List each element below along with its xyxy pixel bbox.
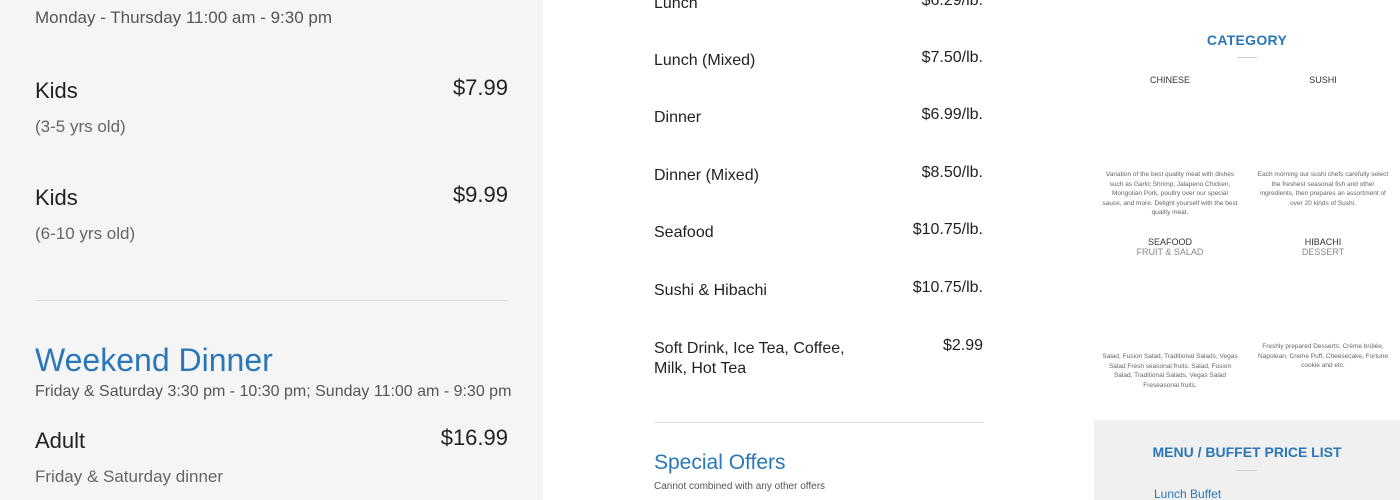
item-subtitle: (3-5 yrs old)	[35, 117, 126, 136]
special-offers-heading: Special Offers	[654, 451, 786, 474]
item-name: Sushi & Hibachi	[654, 282, 767, 299]
category-sidebar: CATEGORY CHINESE SUSHI Variation of the …	[1094, 8, 1400, 420]
price-row-adult: Adult $16.99 Friday & Saturday dinner	[35, 425, 508, 487]
item-price: $9.99	[452, 182, 508, 207]
category-desc-seafood: Salad, Fusion Salad, Traditional Salads,…	[1102, 353, 1238, 389]
item-price: $2.99	[942, 337, 983, 354]
weight-pricing-panel: Lunch $6.29/lb. Lunch (Mixed) $7.50/lb. …	[548, 0, 1089, 500]
item-price: $10.75/lb.	[912, 279, 983, 296]
item-price: $10.75/lb.	[912, 221, 983, 238]
category-link-seafood[interactable]: SEAFOOD	[1102, 237, 1238, 247]
item-price: $8.50/lb.	[921, 164, 983, 181]
special-offers-note: Cannot combined with any other offers	[654, 481, 826, 492]
heading-underline	[1237, 57, 1257, 58]
item-name: Dinner (Mixed)	[654, 167, 759, 184]
price-row-kids-6-10: Kids $9.99 (6-10 yrs old)	[35, 182, 508, 244]
price-row-lunch-mixed: Lunch (Mixed) $7.50/lb.	[654, 49, 983, 71]
item-name: Soft Drink, Ice Tea, Coffee, Milk, Hot T…	[654, 340, 845, 377]
item-name: Lunch (Mixed)	[654, 52, 756, 69]
category-link-dessert[interactable]: DESSERT	[1255, 247, 1391, 257]
heading-underline	[1237, 470, 1257, 471]
weekend-hours: Friday & Saturday 3:30 pm - 10:30 pm; Su…	[35, 383, 512, 400]
item-subtitle: (6-10 yrs old)	[35, 224, 136, 243]
item-price: $6.29/lb.	[921, 0, 983, 9]
price-row-seafood: Seafood $10.75/lb.	[654, 221, 983, 243]
price-row-lunch: Lunch $6.29/lb.	[654, 0, 983, 14]
price-row-dinner-mixed: Dinner (Mixed) $8.50/lb.	[654, 164, 983, 186]
category-link-chinese[interactable]: CHINESE	[1102, 75, 1238, 85]
item-price: $7.50/lb.	[921, 49, 983, 66]
item-name: Adult	[35, 428, 86, 453]
category-link-sushi[interactable]: SUSHI	[1255, 75, 1391, 85]
item-subtitle: Friday & Saturday dinner	[35, 467, 224, 486]
item-name: Kids	[35, 185, 78, 210]
section-divider	[35, 300, 508, 301]
price-row-sushi-hibachi: Sushi & Hibachi $10.75/lb.	[654, 279, 983, 301]
menu-price-list-heading: MENU / BUFFET PRICE LIST	[1152, 444, 1342, 460]
item-name: Lunch	[654, 0, 698, 12]
price-row-kids-3-5: Kids $7.99 (3-5 yrs old)	[35, 75, 508, 137]
menu-price-list-panel: MENU / BUFFET PRICE LIST Lunch Buffet	[1094, 420, 1400, 500]
item-price: $16.99	[440, 425, 508, 450]
price-row-dinner: Dinner $6.99/lb.	[654, 106, 983, 128]
item-name: Kids	[35, 78, 78, 103]
item-price: $6.99/lb.	[921, 106, 983, 123]
price-row-drinks: Soft Drink, Ice Tea, Coffee, Milk, Hot T…	[654, 337, 983, 379]
category-desc-hibachi: Freshly prepared Desserts: Crème brûlée,…	[1258, 343, 1388, 369]
category-desc-chinese: Variation of the best quality meat with …	[1102, 171, 1238, 216]
item-price: $7.99	[452, 75, 508, 100]
section-divider	[654, 422, 983, 423]
weekday-hours: Monday - Thursday 11:00 am - 9:30 pm	[35, 8, 333, 27]
item-name: Dinner	[654, 109, 702, 126]
category-heading: CATEGORY	[1206, 32, 1288, 48]
kids-weekend-pricing-panel: Monday - Thursday 11:00 am - 9:30 pm Kid…	[0, 0, 543, 500]
weekend-dinner-heading: Weekend Dinner	[35, 342, 273, 378]
lunch-buffet-link[interactable]: Lunch Buffet	[1154, 487, 1221, 500]
item-name: Seafood	[654, 224, 714, 241]
category-link-fruit-salad[interactable]: FRUIT & SALAD	[1102, 247, 1238, 257]
category-desc-sushi: Each morning our sushi chefs carefully s…	[1257, 171, 1389, 207]
category-link-hibachi[interactable]: HIBACHI	[1255, 237, 1391, 247]
